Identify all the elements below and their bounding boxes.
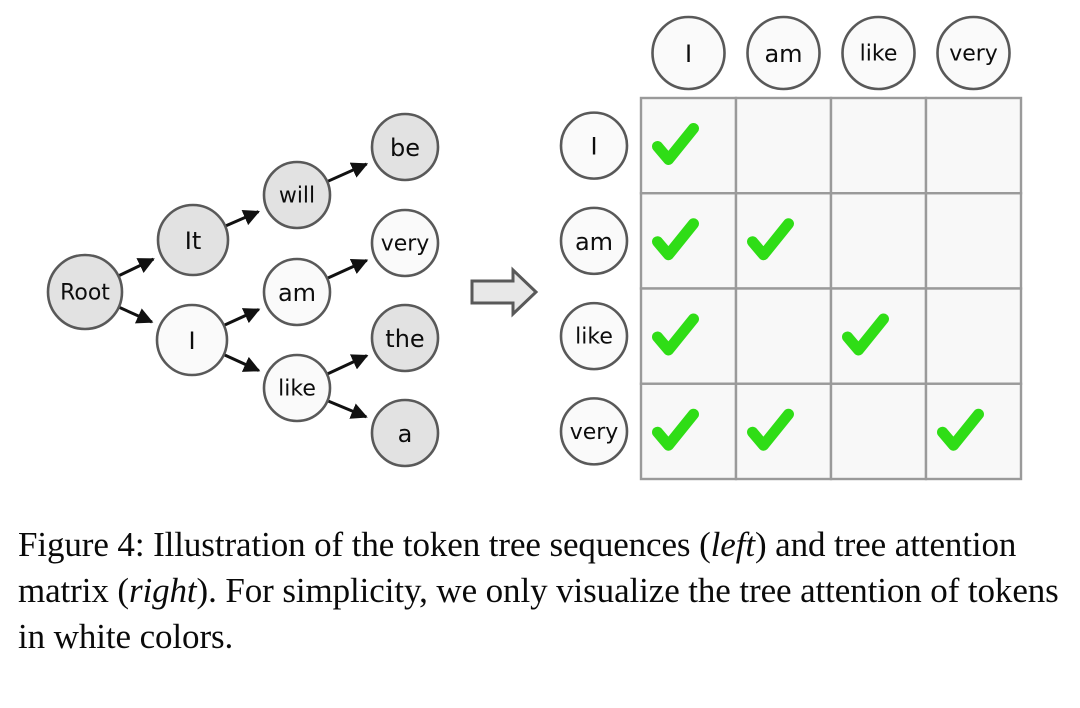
tree-node-label-like: like	[278, 377, 316, 402]
matrix-column-headers: Iam like very	[651, 15, 1011, 91]
figure-graphic: RootItIwillamlikebeverythea Iam like very …	[46, 15, 1023, 481]
caption-prefix: Figure 4: Illustration of the token tree…	[18, 525, 711, 564]
tree-edge-like-to-a	[327, 399, 368, 419]
figure-4-container: Root It Iwill am like be very the a Iam like very …	[0, 0, 1080, 708]
tree-node-am: am	[262, 257, 332, 327]
tree-node-be: be	[370, 112, 440, 182]
matrix-col-header-label-very: very	[949, 42, 998, 67]
tree-edge-like-to-the	[327, 354, 369, 376]
matrix-row-header-very: very	[559, 397, 629, 466]
matrix-row-header-like: like	[559, 301, 629, 371]
tree-edge-it-to-will	[225, 210, 260, 228]
matrix-cell-I-very	[924, 96, 1023, 195]
tree-node-will: will	[262, 160, 332, 230]
tree-node-label-will: will	[279, 184, 315, 209]
matrix-col-header-am: am	[746, 15, 821, 91]
tree-edge-am-to-very	[327, 258, 369, 280]
tree-node-root: Root	[46, 253, 124, 331]
tree-nodes-group: Root It Iwill am like be very the a	[46, 112, 440, 468]
tree-edge-root-to-i	[119, 306, 154, 324]
matrix-col-header-like: like	[841, 15, 916, 91]
tree-node-like: like	[262, 353, 332, 423]
matrix-col-header-label-I: I	[685, 40, 692, 68]
matrix-row-headers: Iam like very	[559, 111, 629, 466]
right-block-arrow-icon	[470, 266, 539, 318]
matrix-row-header-label-am: am	[575, 228, 613, 256]
tree-edge-i-to-like	[224, 353, 261, 372]
tree-node-label-i: I	[188, 327, 195, 355]
matrix-row-header-label-I: I	[590, 133, 597, 161]
matrix-cells-group	[639, 96, 1023, 481]
tree-node-it: It	[156, 203, 230, 277]
matrix-col-header-I: I	[651, 15, 726, 91]
matrix-cell-am-very	[924, 192, 1023, 290]
matrix-col-header-very: very	[936, 15, 1011, 91]
matrix-cell-am-like	[829, 192, 928, 290]
matrix-cell-very-like	[829, 382, 928, 481]
tree-node-the: the	[370, 303, 440, 373]
tree-node-label-a: a	[398, 420, 413, 448]
tree-node-label-root: Root	[60, 281, 110, 306]
tree-node-a: a	[370, 398, 440, 468]
matrix-cell-like-very	[924, 287, 1023, 385]
tree-node-label-be: be	[390, 134, 420, 162]
figure-caption: Figure 4: Illustration of the token tree…	[18, 522, 1064, 660]
matrix-col-header-label-am: am	[764, 40, 802, 68]
caption-emphasis-right: right	[128, 571, 197, 610]
matrix-row-header-am: am	[559, 206, 629, 276]
tree-edge-i-to-am	[224, 308, 261, 327]
transform-arrow	[470, 266, 539, 318]
matrix-row-header-label-like: like	[575, 325, 613, 350]
tree-node-label-very: very	[381, 232, 430, 257]
matrix-row-header-I: I	[559, 111, 629, 180]
tree-node-label-am: am	[278, 279, 316, 307]
tree-node-label-it: It	[185, 227, 202, 255]
matrix-col-header-label-like: like	[860, 42, 898, 67]
matrix-row-header-label-very: very	[570, 420, 619, 445]
matrix-cell-I-like	[829, 96, 928, 195]
tree-node-i: I	[155, 303, 229, 377]
tree-edge-will-to-be	[327, 162, 369, 183]
tree-node-very: very	[370, 208, 440, 278]
matrix-cell-like-am	[734, 287, 833, 385]
tree-edge-root-to-it	[118, 257, 155, 277]
matrix-cell-I-am	[734, 96, 833, 195]
tree-node-label-the: the	[385, 325, 424, 353]
caption-emphasis-left: left	[710, 525, 755, 564]
